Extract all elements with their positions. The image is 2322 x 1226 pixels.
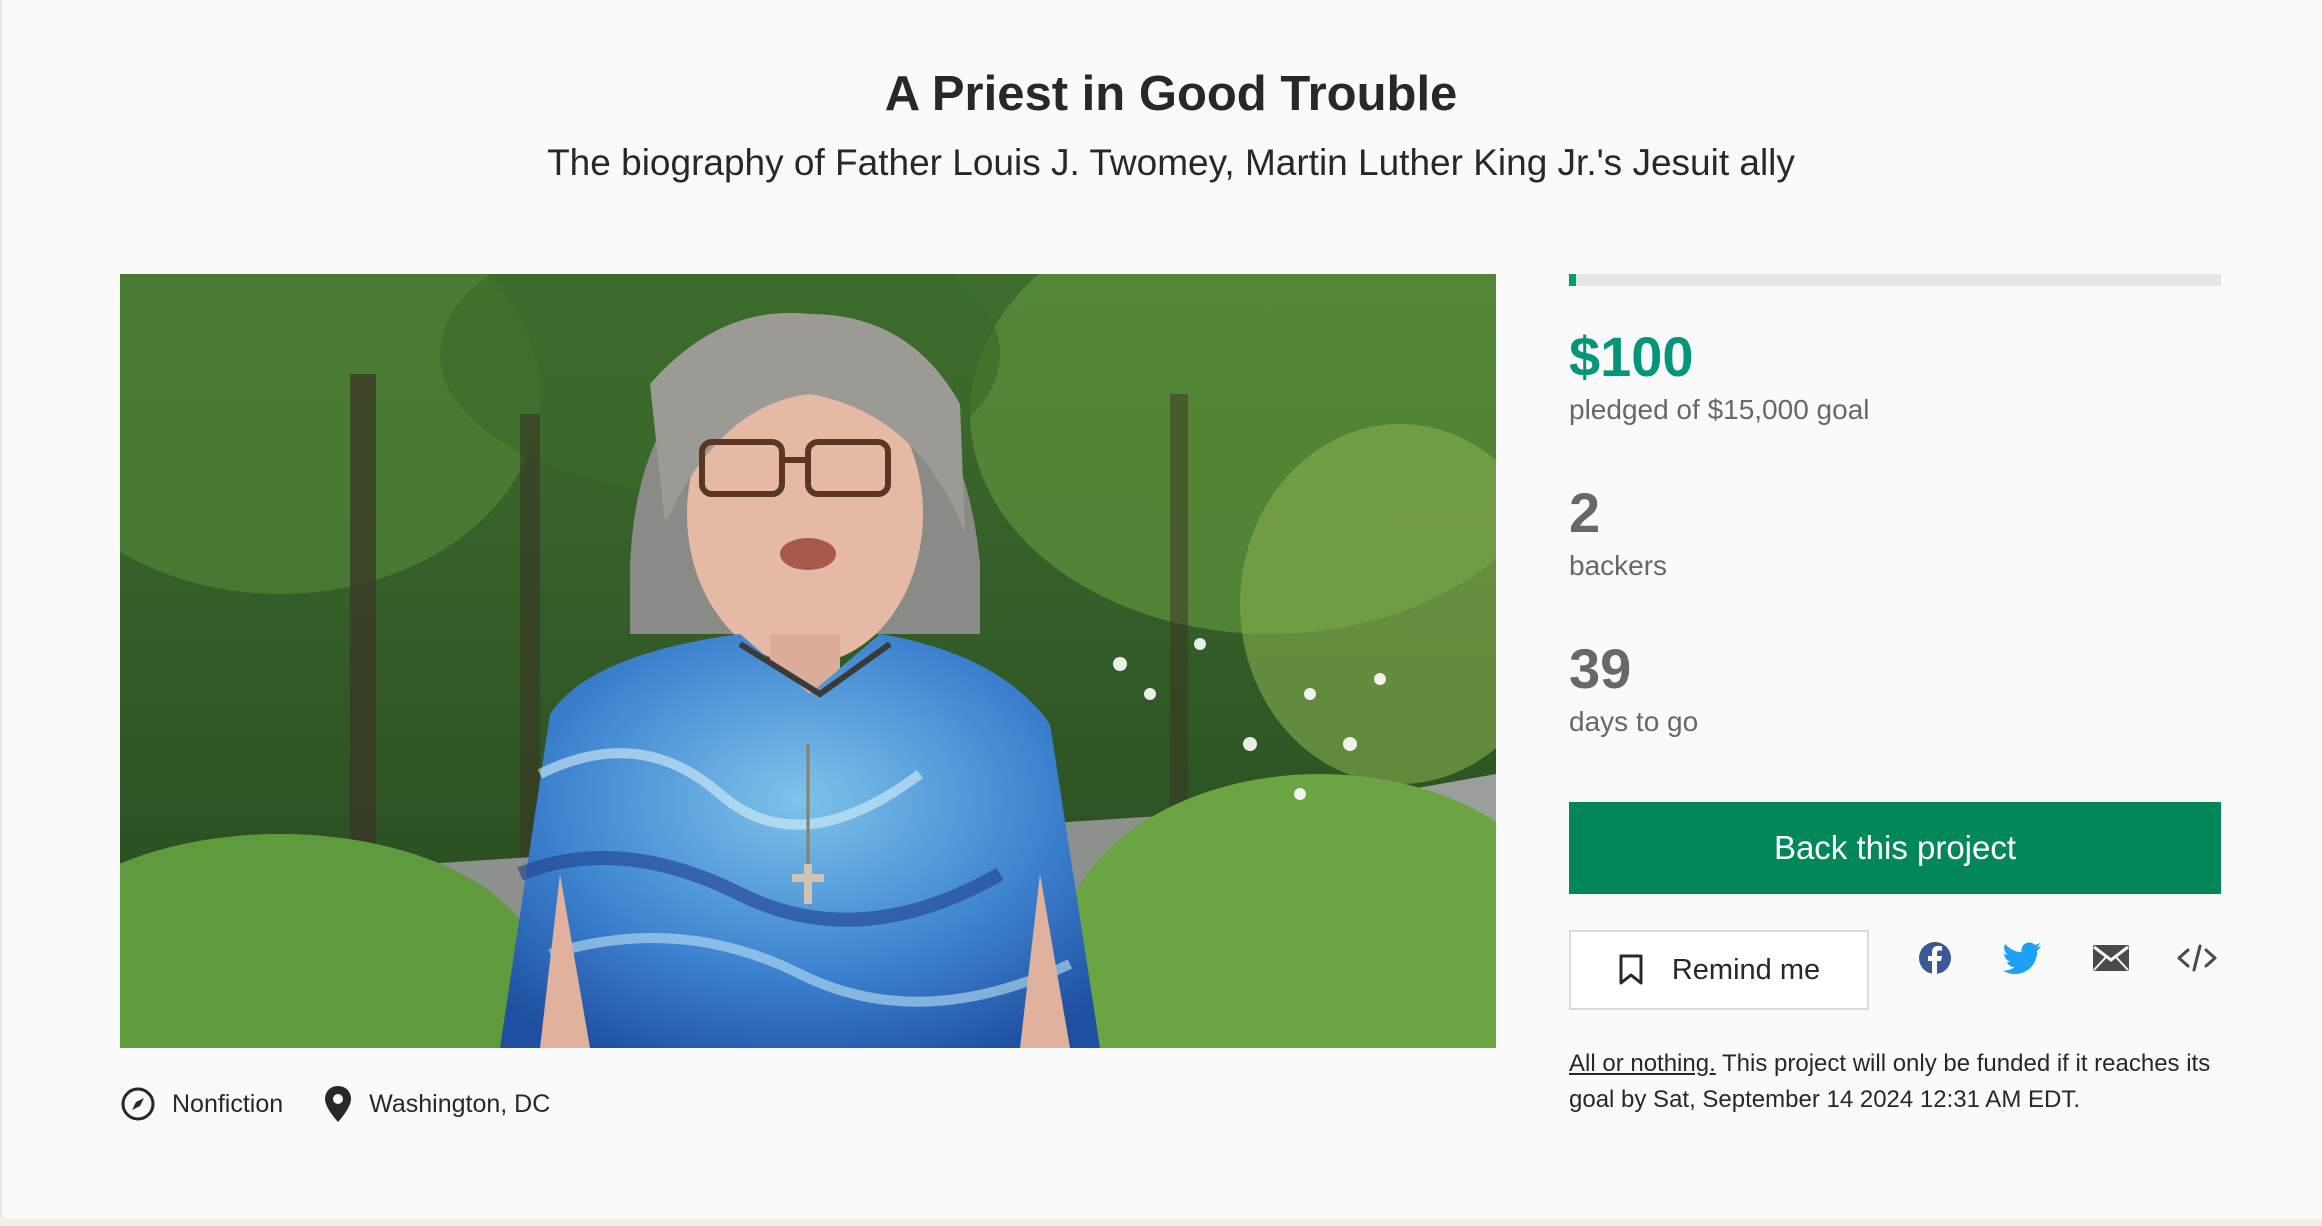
share-twitter-button[interactable] — [1999, 934, 2047, 982]
project-video[interactable] — [120, 274, 1496, 1048]
backers-count: 2 — [1569, 481, 1601, 544]
bookmark-icon — [1619, 954, 1643, 985]
project-title: A Priest in Good Trouble — [884, 67, 1458, 121]
all-or-nothing-note: All or nothing. This project will only b… — [1569, 1046, 2221, 1118]
campaign-sidebar: $100 pledged of $15,000 goal 2 backers 3… — [1569, 274, 2221, 1113]
share-facebook-button[interactable] — [1911, 934, 1959, 982]
project-subtitle: The biography of Father Louis J. Twomey,… — [547, 142, 1795, 183]
category-link[interactable]: Nonfiction — [120, 1086, 283, 1122]
backers-label: backers — [1569, 550, 1668, 581]
embed-button[interactable] — [2173, 934, 2221, 982]
pledged-amount: $100 — [1569, 325, 1694, 388]
page-footer-edge — [0, 1218, 2322, 1226]
share-email-button[interactable] — [2087, 934, 2135, 982]
all-or-nothing-link[interactable]: All or nothing. — [1569, 1050, 1716, 1077]
project-meta: Nonfiction Washington, DC — [120, 1084, 550, 1124]
facebook-icon — [1919, 942, 1951, 974]
compass-icon — [121, 1087, 155, 1121]
back-project-button[interactable]: Back this project — [1569, 802, 2221, 894]
location-pin-icon — [325, 1086, 352, 1122]
category-label: Nonfiction — [172, 1089, 284, 1118]
email-icon — [2093, 945, 2129, 971]
remind-me-button[interactable]: Remind me — [1569, 930, 1869, 1010]
days-count: 39 — [1569, 637, 1632, 700]
location-link[interactable]: Washington, DC — [323, 1084, 550, 1124]
embed-icon — [2177, 944, 2217, 972]
funding-progress-fill — [1569, 274, 1576, 286]
video-thumbnail — [120, 274, 1496, 1048]
days-label: days to go — [1569, 706, 1699, 737]
twitter-icon — [2004, 942, 2041, 974]
remind-me-label: Remind me — [1671, 953, 1821, 986]
pledged-goal-label: pledged of $15,000 goal — [1569, 394, 1870, 425]
location-label: Washington, DC — [369, 1089, 551, 1118]
funding-progress-bar — [1569, 274, 2221, 286]
